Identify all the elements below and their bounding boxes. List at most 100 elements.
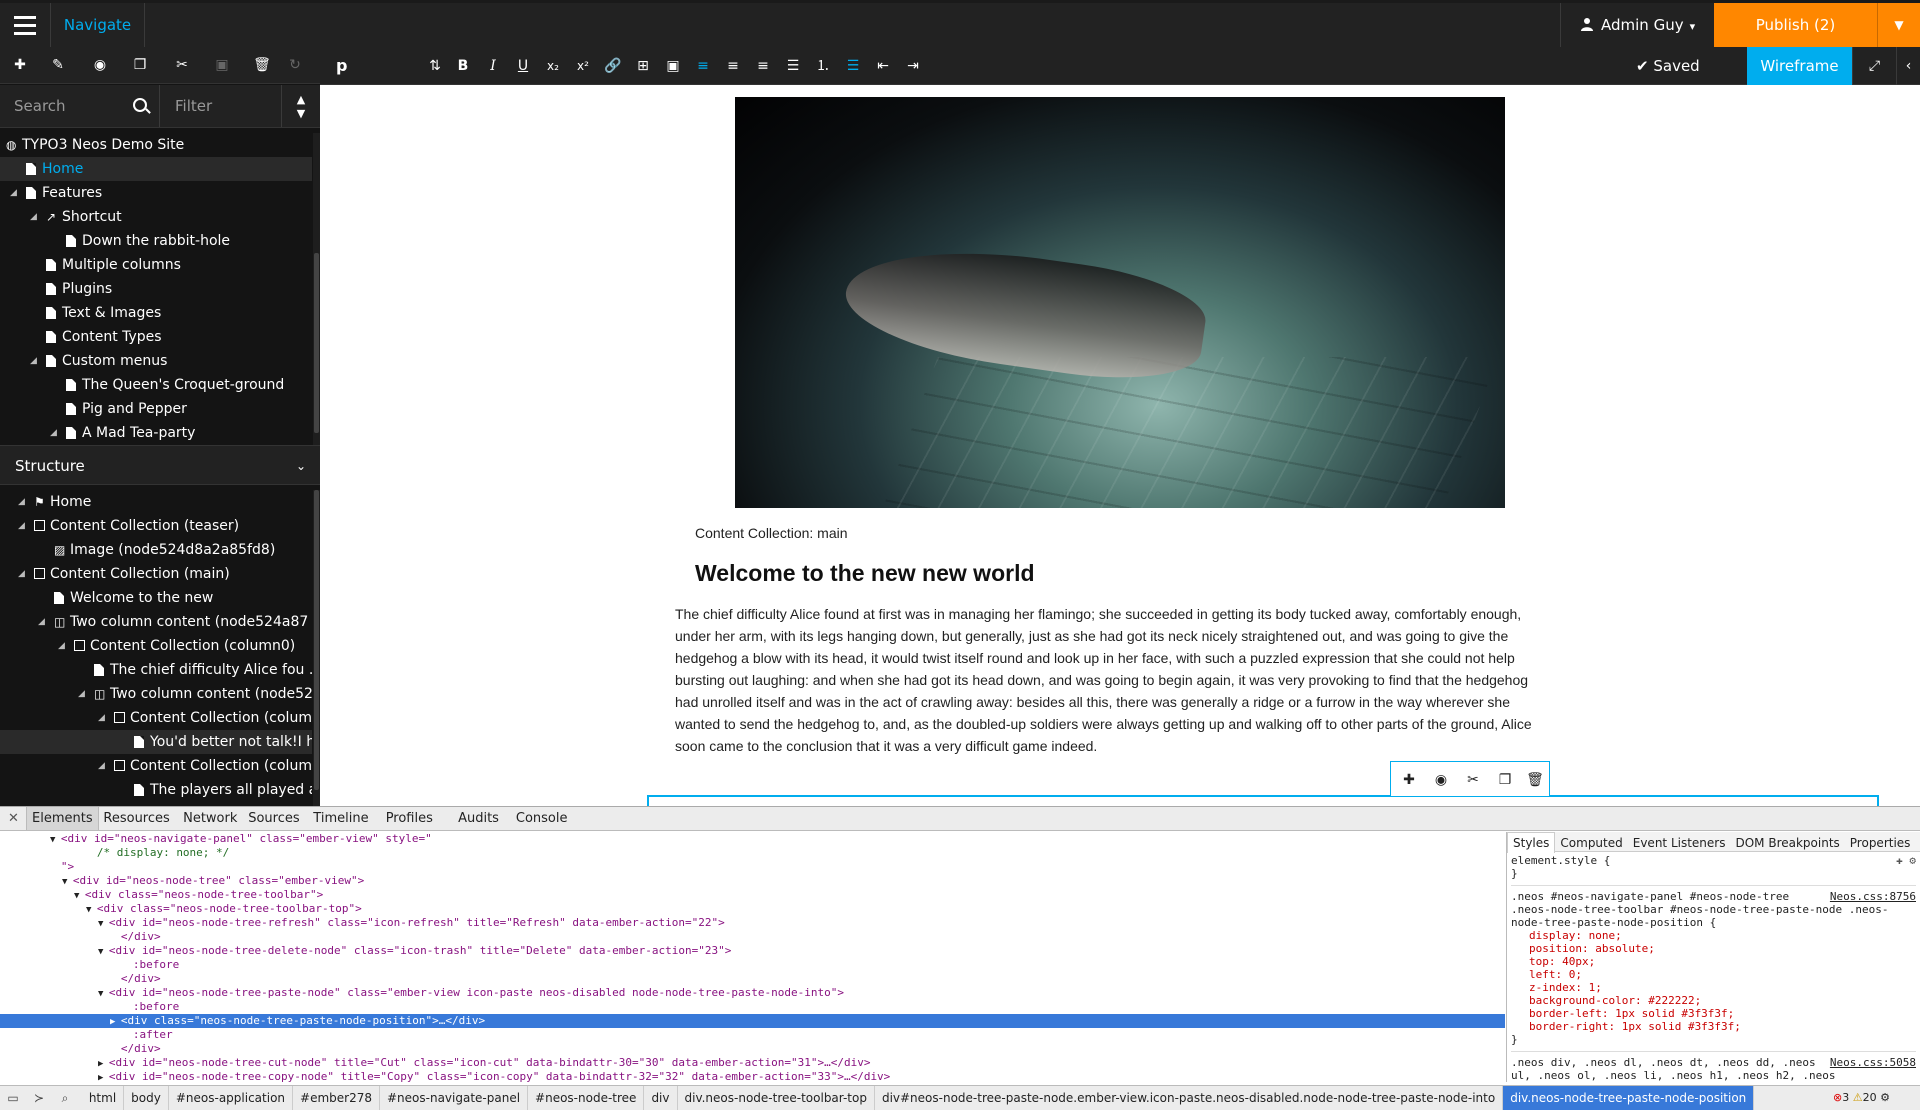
tree-node[interactable]: Home xyxy=(0,157,312,181)
dom-expand-icon[interactable]: ▼ xyxy=(98,989,109,999)
cut-icon[interactable]: ✂ xyxy=(172,55,192,75)
dom-node[interactable]: ▶ <div id="neos-node-tree-copy-node" tit… xyxy=(0,1070,1505,1082)
dom-expand-icon[interactable] xyxy=(110,1045,121,1055)
expand-toggle-icon[interactable]: ◢ xyxy=(18,490,25,514)
error-warning-count[interactable]: ⊗3 ⚠20 ⚙ xyxy=(1833,1086,1890,1110)
sidebar-tab[interactable]: Event Listeners xyxy=(1628,833,1731,853)
format-dropdown-icon[interactable]: ⇅ xyxy=(422,47,448,85)
rule-selector-2[interactable]: .neos div, .neos dl, .neos dt, .neos dd,… xyxy=(1511,1056,1836,1082)
dom-node[interactable]: :before xyxy=(0,1000,1505,1014)
tree-node[interactable]: Welcome to the new xyxy=(0,586,312,610)
link-icon[interactable]: 🔗 xyxy=(600,47,626,85)
indent-icon[interactable]: ⇥ xyxy=(900,47,926,85)
dom-expand-icon[interactable]: ▼ xyxy=(74,891,85,901)
publish-button[interactable]: Publish (2) xyxy=(1714,3,1877,47)
user-menu[interactable]: Admin Guy ▾ xyxy=(1560,3,1715,47)
dom-expand-icon[interactable] xyxy=(122,961,133,971)
dom-node[interactable]: ▼ <div id="neos-node-tree-refresh" class… xyxy=(0,916,1505,930)
copy-icon[interactable]: ❐ xyxy=(130,55,150,75)
hero-image[interactable] xyxy=(735,97,1505,508)
filter-input[interactable]: Filter xyxy=(161,85,282,127)
breadcrumb-item[interactable]: div#neos-node-tree-paste-node.ember-view… xyxy=(875,1086,1504,1110)
expand-toggle-icon[interactable]: ◢ xyxy=(98,706,105,730)
wireframe-button[interactable]: Wireframe xyxy=(1747,47,1852,85)
tree-node[interactable]: ◍ TYPO3 Neos Demo Site xyxy=(0,133,312,157)
tree-node[interactable]: ◢ ◫ Two column content (node524c09 xyxy=(0,682,312,706)
rule-source-link[interactable]: Neos.css:8756 xyxy=(1830,890,1916,903)
sidebar-tab[interactable]: Properties xyxy=(1845,833,1916,853)
publish-dropdown-button[interactable]: ▼ xyxy=(1877,3,1920,47)
tree-node[interactable]: ◢ ⚑ Home xyxy=(0,490,312,514)
tree-node[interactable]: Plugins xyxy=(0,277,312,301)
ordered-list-icon[interactable]: ⒈ xyxy=(810,47,836,85)
breadcrumb-item[interactable]: #ember278 xyxy=(293,1086,380,1110)
cut-icon[interactable]: ✂ xyxy=(1463,770,1483,790)
copy-icon[interactable]: ❐ xyxy=(1495,770,1515,790)
delete-icon[interactable]: 🗑 xyxy=(1525,770,1545,790)
expand-toggle-icon[interactable]: ◢ xyxy=(98,754,105,778)
tree-node[interactable]: Multiple columns xyxy=(0,253,312,277)
delete-icon[interactable]: 🗑 xyxy=(252,55,272,75)
add-node-icon[interactable]: ✚ xyxy=(1399,770,1419,790)
dom-expand-icon[interactable]: ▼ xyxy=(62,877,73,887)
dom-expand-icon[interactable] xyxy=(110,933,121,943)
italic-icon[interactable]: I xyxy=(480,47,506,85)
tree-node[interactable]: The Queen's Croquet-ground xyxy=(0,373,312,397)
menu-button[interactable] xyxy=(0,3,51,47)
expand-toggle-icon[interactable]: ◢ xyxy=(78,682,85,706)
outdent-icon[interactable]: ⇤ xyxy=(870,47,896,85)
expand-toggle-icon[interactable]: ◢ xyxy=(30,349,37,373)
tree-node[interactable]: The players all played at once xyxy=(0,778,312,802)
close-icon[interactable]: ✕ xyxy=(8,807,19,831)
dom-expand-icon[interactable] xyxy=(50,863,61,873)
dom-expand-icon[interactable]: ▶ xyxy=(110,1017,121,1027)
dom-node[interactable]: ▼ <div id="neos-node-tree-paste-node" cl… xyxy=(0,986,1505,1000)
dock-icon[interactable]: ▭ xyxy=(0,1086,26,1110)
bold-icon[interactable]: B xyxy=(450,47,476,85)
expand-toggle-icon[interactable]: ◢ xyxy=(50,421,57,443)
tree-node[interactable]: Pig and Pepper xyxy=(0,397,312,421)
justify-icon[interactable]: ☰ xyxy=(780,47,806,85)
dom-node[interactable]: /* display: none; */ xyxy=(0,846,1505,860)
expand-toggle-icon[interactable]: ◢ xyxy=(18,514,25,538)
sidebar-tab[interactable]: DOM Breakpoints xyxy=(1730,833,1844,853)
tree-node[interactable]: Text & Images xyxy=(0,301,312,325)
paste-icon[interactable]: ▣ xyxy=(212,55,232,75)
expand-toggle-icon[interactable]: ◢ xyxy=(58,634,65,658)
hide-icon[interactable]: ◉ xyxy=(1431,770,1451,790)
dom-expand-icon[interactable] xyxy=(110,975,121,985)
devtools-tab-elements[interactable]: Elements xyxy=(26,807,99,831)
tree-node[interactable]: ◢ Content Collection (column0) xyxy=(0,706,312,730)
body-paragraph[interactable]: The chief difficulty Alice found at firs… xyxy=(675,603,1540,757)
dom-expand-icon[interactable]: ▼ xyxy=(86,905,97,915)
css-property[interactable]: display: none; xyxy=(1511,929,1916,942)
dom-expand-icon[interactable] xyxy=(122,1003,133,1013)
dom-expand-icon[interactable] xyxy=(122,1031,133,1041)
css-property[interactable]: top: 40px; xyxy=(1511,955,1916,968)
tree-node[interactable]: ▨ Image (node524d8a2a85fd8) xyxy=(0,538,312,562)
breadcrumb-item[interactable]: div.neos-node-tree-paste-node-position xyxy=(1503,1086,1755,1110)
table-icon[interactable]: ⊞ xyxy=(630,47,656,85)
dom-node[interactable]: "> xyxy=(0,860,1505,874)
tree-node[interactable]: ◢ ◫ Two column content (node524a87 ... xyxy=(0,610,312,634)
tree-node[interactable]: ◢ Custom menus xyxy=(0,349,312,373)
structure-panel-header[interactable]: Structure ⌄ xyxy=(0,445,320,485)
devtools-tab-console[interactable]: Console xyxy=(511,807,573,831)
css-property[interactable]: border-right: 1px solid #3f3f3f; xyxy=(1511,1020,1916,1033)
console-icon[interactable]: ≻ xyxy=(26,1086,52,1110)
align-left-icon[interactable]: ≡ xyxy=(690,47,716,85)
devtools-tab-timeline[interactable]: Timeline xyxy=(308,807,373,831)
dom-expand-icon[interactable]: ▼ xyxy=(50,835,61,845)
align-right-icon[interactable]: ≡ xyxy=(750,47,776,85)
gear-icon[interactable]: ⚙ xyxy=(1880,1091,1890,1104)
tree-node[interactable]: ◢ A Mad Tea-party xyxy=(0,421,312,443)
devtools-tab-sources[interactable]: Sources xyxy=(243,807,304,831)
tree-node[interactable]: ◢ Content Collection (teaser) xyxy=(0,514,312,538)
paste-icon[interactable]: ▣ xyxy=(660,47,686,85)
tree-node[interactable]: ◢ Content Collection (column0) xyxy=(0,634,312,658)
dom-expand-icon[interactable]: ▼ xyxy=(98,919,109,929)
dom-node[interactable]: </div> xyxy=(0,930,1505,944)
unordered-list-icon[interactable]: ☰ xyxy=(840,47,866,85)
css-property[interactable]: z-index: 1; xyxy=(1511,981,1916,994)
tree-node[interactable]: ◢ Features xyxy=(0,181,312,205)
